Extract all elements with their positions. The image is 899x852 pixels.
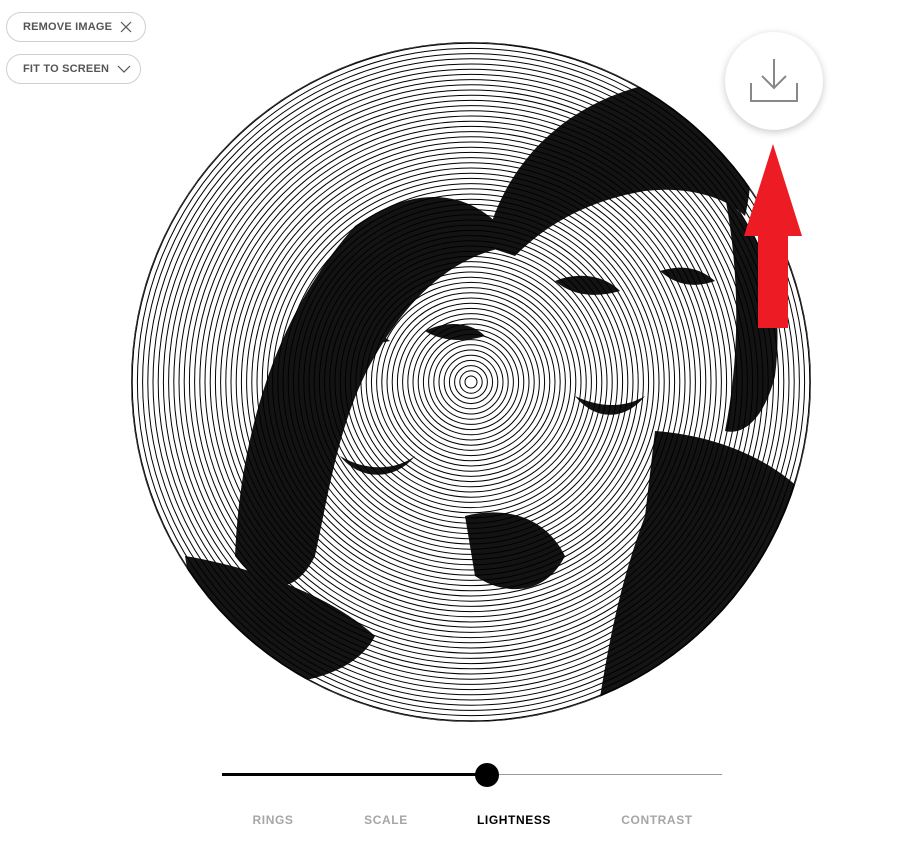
spiral-ring bbox=[412, 323, 530, 441]
spiral-ring bbox=[386, 297, 556, 467]
download-button[interactable] bbox=[725, 32, 823, 130]
slider-thumb[interactable] bbox=[475, 763, 499, 787]
spiral-ring bbox=[422, 333, 520, 431]
spiral-ring bbox=[459, 370, 483, 394]
spiral-ring bbox=[433, 344, 509, 420]
spiral-portrait-canvas bbox=[131, 42, 811, 722]
fit-to-screen-dropdown[interactable]: FIT TO SCREEN bbox=[6, 54, 141, 84]
spiral-ring bbox=[376, 287, 566, 477]
tab-scale[interactable]: SCALE bbox=[364, 813, 408, 827]
remove-image-label: REMOVE IMAGE bbox=[23, 21, 113, 33]
spiral-ring bbox=[438, 349, 504, 415]
tab-rings[interactable]: RINGS bbox=[252, 813, 293, 827]
spiral-ring bbox=[391, 302, 551, 462]
spiral-ring bbox=[464, 375, 478, 389]
slider-fill bbox=[222, 773, 487, 776]
fit-to-screen-label: FIT TO SCREEN bbox=[23, 63, 110, 75]
spiral-ring bbox=[381, 292, 561, 472]
close-icon bbox=[120, 21, 132, 33]
spiral-ring bbox=[443, 354, 499, 410]
tab-lightness[interactable]: LIGHTNESS bbox=[477, 813, 551, 827]
portrait-shading bbox=[185, 81, 811, 722]
adjustment-slider[interactable] bbox=[222, 760, 722, 790]
spiral-ring bbox=[428, 339, 514, 425]
red-up-arrow bbox=[744, 144, 802, 328]
download-icon bbox=[750, 59, 798, 102]
spiral-ring bbox=[448, 359, 494, 405]
tab-contrast[interactable]: CONTRAST bbox=[621, 813, 692, 827]
